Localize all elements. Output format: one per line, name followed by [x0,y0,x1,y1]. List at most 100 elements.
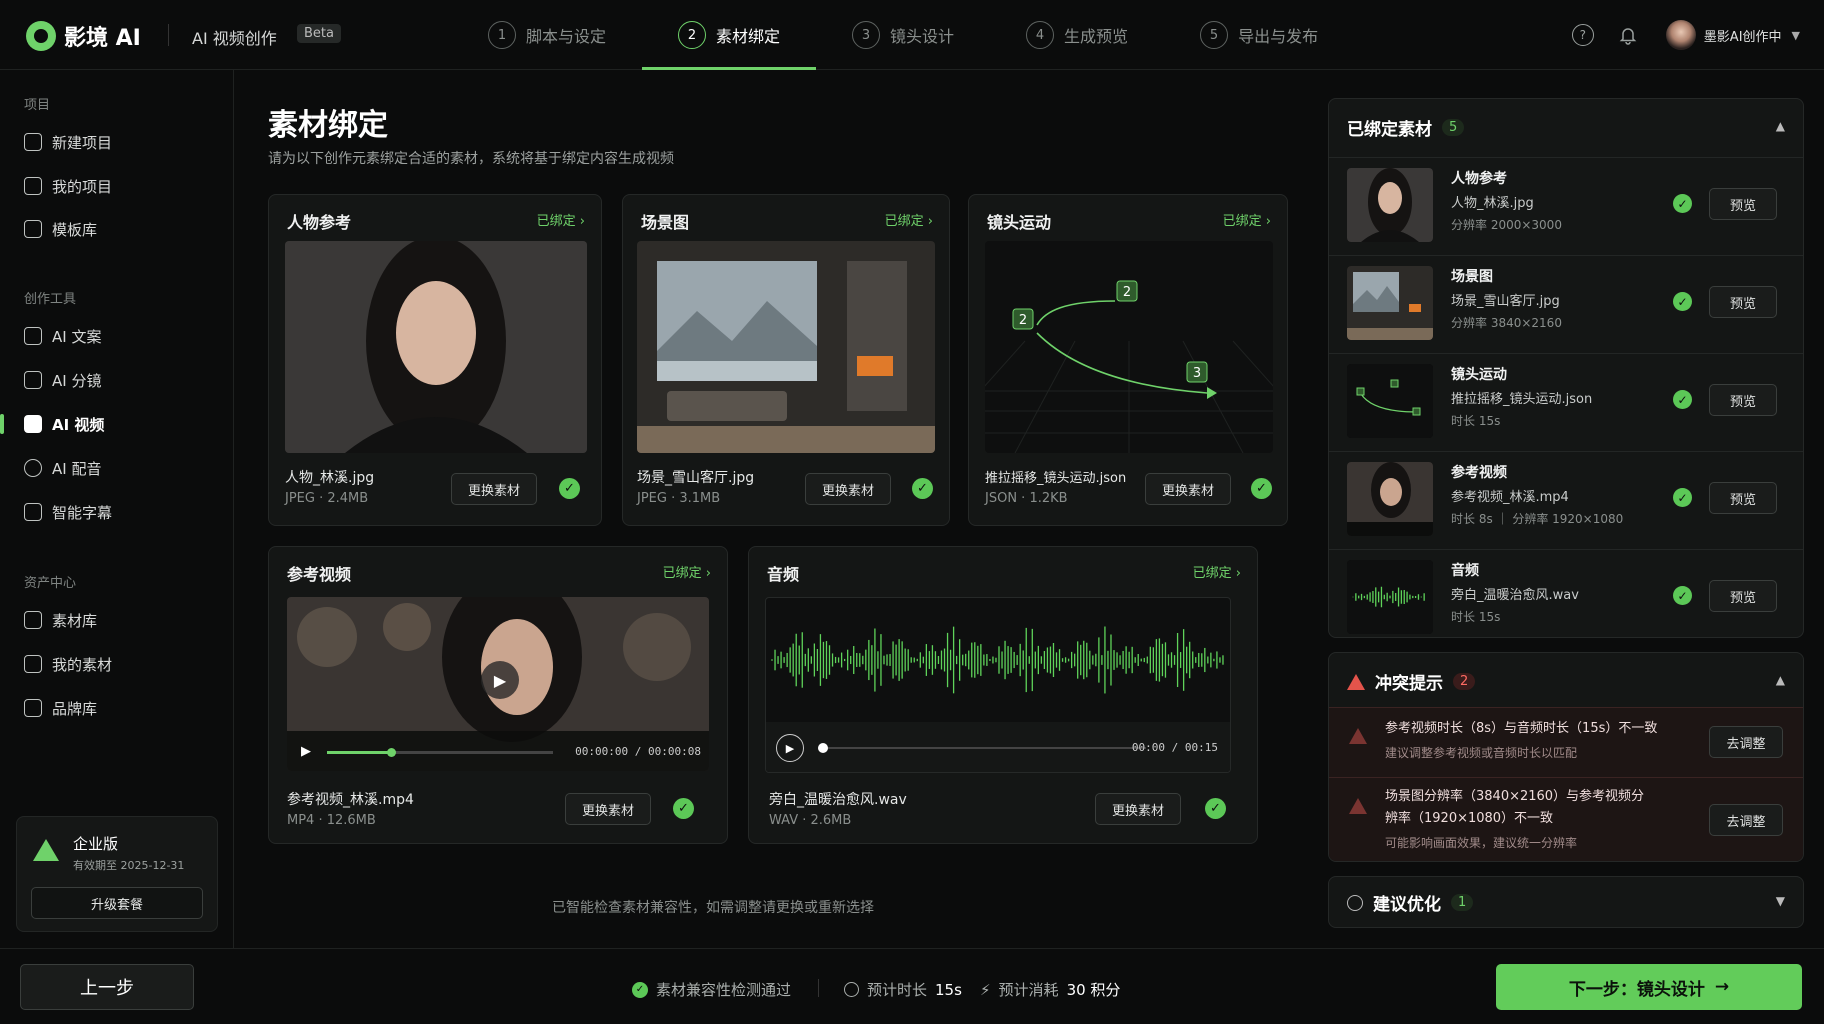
bound-link[interactable]: 已绑定 › [663,562,711,581]
file-meta: JSON · 1.2KB [985,491,1068,506]
play-icon[interactable]: ▶ [776,734,804,762]
warning-icon [1349,798,1367,814]
sidebar-item-ai-dub[interactable]: AI 配音 [24,450,224,486]
preview-button[interactable]: 预览 [1709,580,1777,612]
sidebar-item-label: 智能字幕 [52,503,113,522]
video-progress-handle[interactable] [387,748,396,757]
audio-progress-track[interactable] [818,743,1146,753]
beta-badge: Beta [297,24,341,43]
file-name: 旁白_温暖治愈风.wav [769,792,907,808]
panel-header[interactable]: 已绑定素材 5 [1347,115,1465,140]
play-icon[interactable]: ▶ [301,744,311,759]
bound-link[interactable]: 已绑定 › [1223,210,1271,229]
video-progress-track[interactable] [327,748,553,757]
video-player[interactable]: ▶ ▶ 00:00:00 / 00:00:08 [287,597,709,771]
chevron-down-icon[interactable]: ▼ [1776,894,1785,908]
avatar[interactable] [1665,20,1696,50]
sidebar-item-my-projects[interactable]: 我的项目 [24,168,224,204]
card-person-ref: 人物参考 已绑定 › 人物_林溪.jpg JPEG · 2.4MB 更换素材 ✓ [268,194,602,526]
bound-meta: 时长 8s ｜ 分辨率 1920×1080 [1451,512,1624,526]
adjust-button[interactable]: 去调整 [1709,804,1783,836]
bound-meta: 分辨率 3840×2160 [1451,316,1562,330]
swap-asset-button[interactable]: 更换素材 [1095,793,1181,825]
prev-step-button[interactable]: 上一步 [20,964,194,1010]
panel-title: 冲突提示 [1375,674,1443,694]
person-thumbnail[interactable] [285,241,587,453]
sidebar-item-subtitles[interactable]: 智能字幕 [24,494,224,530]
card-title: 人物参考 [287,213,352,232]
file-meta: JPEG · 2.4MB [285,491,369,506]
upgrade-button[interactable]: 升级套餐 [31,887,203,919]
scene-thumbnail[interactable] [637,241,935,453]
card-title: 参考视频 [287,565,352,584]
bound-label: 已绑定 [1192,566,1232,581]
step-label: 素材绑定 [716,27,781,46]
suggestion-panel[interactable]: 建议优化 1 ▼ [1328,876,1804,928]
sidebar-item-label: AI 配音 [52,459,102,478]
swap-asset-button[interactable]: 更换素材 [451,473,537,505]
preview-button[interactable]: 预览 [1709,188,1777,220]
sidebar-item-ai-storyboard[interactable]: AI 分镜 [24,362,224,398]
bound-meta: 分辨率 2000×3000 [1451,218,1562,232]
path-point-label: 3 [1193,366,1201,381]
audio-player[interactable]: ▶ 00:00 / 00:15 [765,597,1231,773]
preview-button[interactable]: 预览 [1709,384,1777,416]
sidebar-item-ai-copy[interactable]: AI 文案 [24,318,224,354]
swap-asset-button[interactable]: 更换素材 [1145,473,1231,505]
sidebar-item-ai-video[interactable]: AI 视频 [0,406,224,442]
play-icon [24,415,42,433]
section-tools: 创作工具 [24,292,77,307]
sidebar-item-my-assets[interactable]: 我的素材 [24,646,224,682]
preview-button[interactable]: 预览 [1709,482,1777,514]
swap-asset-button[interactable]: 更换素材 [805,473,891,505]
next-step-button[interactable]: 下一步：镜头设计 → [1496,964,1802,1010]
bell-icon[interactable] [1618,25,1638,45]
plan-name: 企业版 [73,835,119,853]
preview-button[interactable]: 预览 [1709,286,1777,318]
logo[interactable]: 影境 AI [26,20,141,52]
chevron-down-icon[interactable]: ▼ [1792,29,1800,42]
bound-file: 参考视频_林溪.mp4 [1451,490,1569,505]
sidebar-item-label: 模板库 [52,220,98,239]
adjust-button[interactable]: 去调整 [1709,726,1783,758]
file-meta: MP4 · 12.6MB [287,813,376,828]
sidebar-item-new-project[interactable]: 新建项目 [24,124,224,160]
audio-progress-handle[interactable] [818,743,828,753]
sidebar-item-templates[interactable]: 模板库 [24,211,224,247]
bound-thumb-scene [1347,266,1433,340]
step-4[interactable]: 4 生成预览 [1026,0,1128,70]
step-3[interactable]: 3 镜头设计 [852,0,954,70]
sidebar-item-brand[interactable]: 品牌库 [24,690,224,726]
card-camera-motion: 镜头运动 已绑定 › 2 2 3 推拉摇移_镜头运动.json JSON · 1… [968,194,1288,526]
divider [818,979,819,997]
camera-motion-preview[interactable]: 2 2 3 [985,241,1273,453]
chevron-up-icon[interactable]: ▲ [1776,673,1785,687]
bound-link[interactable]: 已绑定 › [885,210,933,229]
conflict-subtext: 建议调整参考视频或音频时长以匹配 [1385,746,1578,760]
step-1[interactable]: 1 脚本与设定 [488,0,606,70]
help-icon[interactable]: ? [1571,24,1594,46]
step-5[interactable]: 5 导出与发布 [1200,0,1318,70]
play-overlay-icon[interactable]: ▶ [481,661,519,699]
step-2-active[interactable]: 2 素材绑定 [642,0,817,70]
sidebar-item-asset-library[interactable]: 素材库 [24,602,224,638]
step-label: 导出与发布 [1238,27,1319,46]
bound-link[interactable]: 已绑定 › [537,210,585,229]
file-name: 人物_林溪.jpg [285,470,375,486]
audio-waveform [771,626,1224,694]
compat-text: 素材兼容性检测通过 [656,981,792,999]
check-icon: ✓ [559,478,580,499]
path-point-label: 2 [1123,285,1131,300]
user-name[interactable]: 墨影AI创作中 [1704,26,1782,45]
cost-label: 预计消耗 [998,981,1059,999]
panel-header[interactable]: 冲突提示 2 [1347,669,1476,694]
video-time: 00:00:00 / 00:00:08 [575,745,701,758]
card-audio: 音频 已绑定 › ▶ 00:00 / 00:15 旁白_温暖治愈风.wav WA… [748,546,1258,844]
bound-link[interactable]: 已绑定 › [1193,562,1241,581]
bound-thumb-person [1347,168,1433,242]
check-icon: ✓ [1673,390,1692,409]
chevron-up-icon[interactable]: ▲ [1776,119,1785,133]
swap-asset-button[interactable]: 更换素材 [565,793,651,825]
check-icon: ✓ [1673,488,1692,507]
sidebar-item-label: 我的素材 [52,655,113,674]
